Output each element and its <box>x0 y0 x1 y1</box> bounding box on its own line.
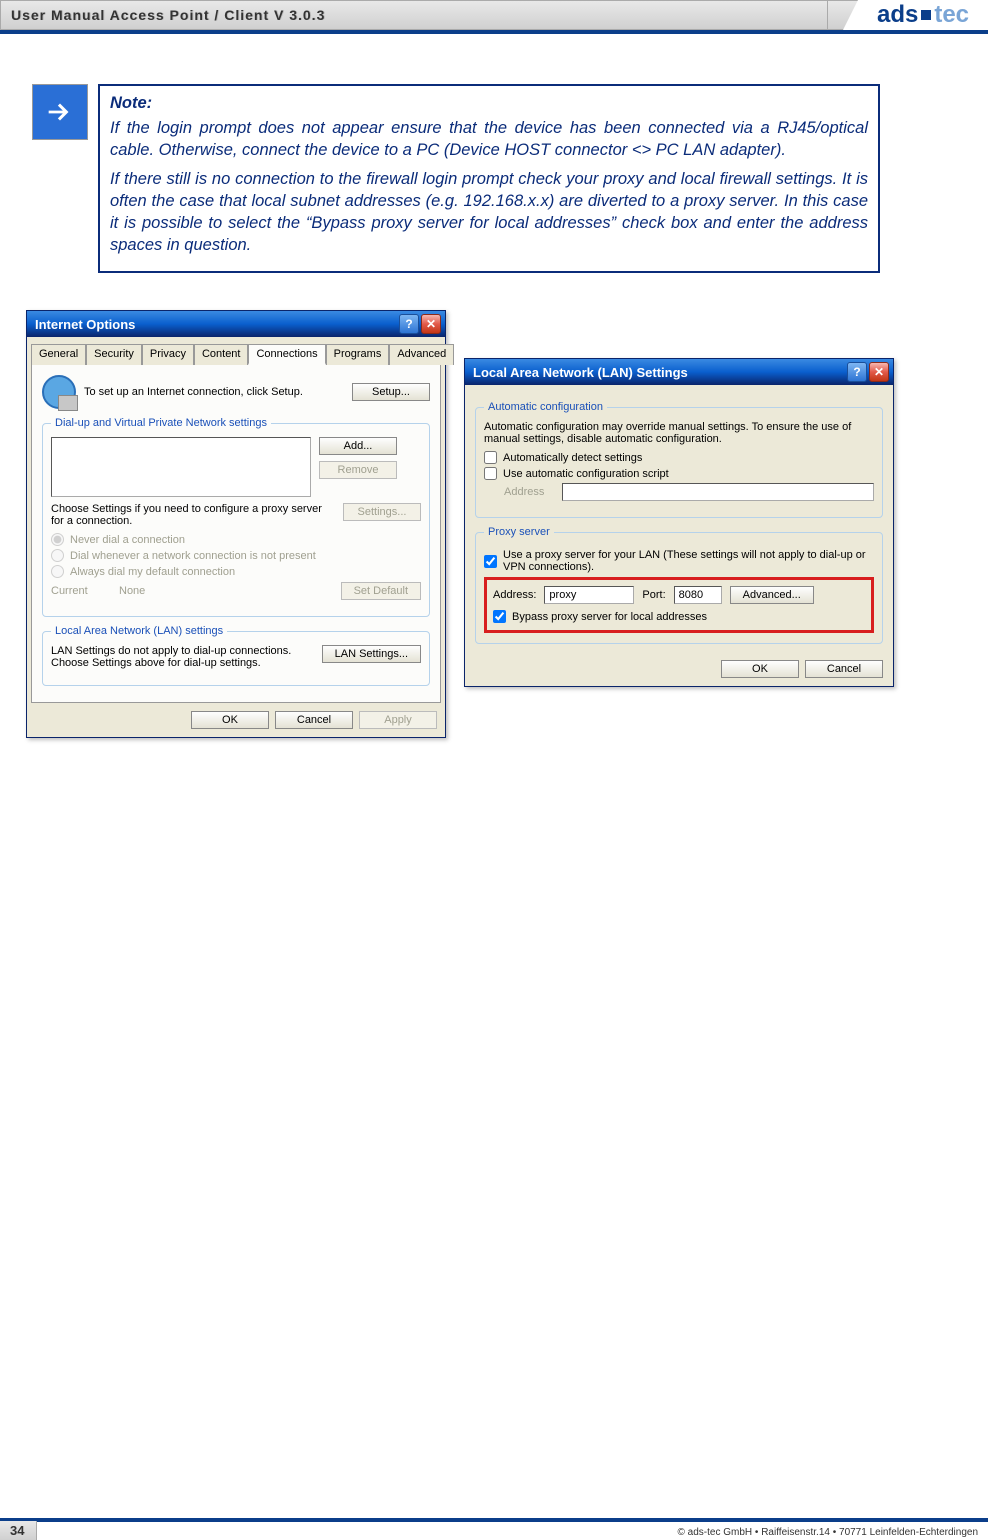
use-proxy-check[interactable]: Use a proxy server for your LAN (These s… <box>484 549 874 573</box>
arrow-right-icon <box>32 84 88 140</box>
autodetect-check[interactable]: Automatically detect settings <box>484 451 874 464</box>
ok-button[interactable]: OK <box>721 660 799 678</box>
radio-never: Never dial a connection <box>51 533 421 546</box>
setup-button[interactable]: Setup... <box>352 383 430 401</box>
note-box: Note: If the login prompt does not appea… <box>98 84 880 273</box>
titlebar[interactable]: Internet Options ? ✕ <box>27 311 445 337</box>
auto-config-text: Automatic configuration may override man… <box>484 421 874 445</box>
note-paragraph-1: If the login prompt does not appear ensu… <box>110 117 868 162</box>
autodetect-checkbox[interactable] <box>484 451 497 464</box>
close-button[interactable]: ✕ <box>869 362 889 382</box>
connections-list[interactable] <box>51 437 311 497</box>
autoscript-check[interactable]: Use automatic configuration script <box>484 467 874 480</box>
bypass-check[interactable]: Bypass proxy server for local addresses <box>493 610 865 623</box>
proxy-legend: Proxy server <box>484 526 554 538</box>
header-cap <box>828 0 858 30</box>
choose-text: Choose Settings if you need to configure… <box>51 503 335 527</box>
tab-privacy[interactable]: Privacy <box>142 344 194 365</box>
current-label: Current <box>51 585 111 597</box>
doc-title: User Manual Access Point / Client V 3.0.… <box>0 0 828 30</box>
ok-button[interactable]: OK <box>191 711 269 729</box>
advanced-button[interactable]: Advanced... <box>730 586 814 604</box>
lan-settings-button[interactable]: LAN Settings... <box>322 645 421 663</box>
cancel-button[interactable]: Cancel <box>275 711 353 729</box>
copyright-text: © ads-tec GmbH • Raiffeisenstr.14 • 7077… <box>668 1525 988 1540</box>
logo-square-icon <box>921 10 931 20</box>
radio-whenever-input <box>51 549 64 562</box>
internet-options-dialog: Internet Options ? ✕ General Security Pr… <box>26 310 446 738</box>
globe-icon <box>42 375 76 409</box>
brand-logo: ads tec <box>858 0 988 30</box>
add-button[interactable]: Add... <box>319 437 397 455</box>
tab-general[interactable]: General <box>31 344 86 365</box>
current-value: None <box>119 585 333 597</box>
settings-button: Settings... <box>343 503 421 521</box>
address-field <box>562 483 874 501</box>
radio-always-input <box>51 565 64 578</box>
use-proxy-checkbox[interactable] <box>484 555 497 568</box>
page-number: 34 <box>0 1521 37 1540</box>
tab-security[interactable]: Security <box>86 344 142 365</box>
screenshots-row: Internet Options ? ✕ General Security Pr… <box>26 310 918 738</box>
note-paragraph-2: If there still is no connection to the f… <box>110 168 868 257</box>
tab-advanced[interactable]: Advanced <box>389 344 454 365</box>
proxy-port-field[interactable] <box>674 586 722 604</box>
set-default-button: Set Default <box>341 582 421 600</box>
lan-text: LAN Settings do not apply to dial-up con… <box>51 645 314 669</box>
tabstrip: General Security Privacy Content Connect… <box>27 337 445 364</box>
radio-always: Always dial my default connection <box>51 565 421 578</box>
auto-config-legend: Automatic configuration <box>484 401 607 413</box>
tab-connections[interactable]: Connections <box>248 344 325 365</box>
note-block: Note: If the login prompt does not appea… <box>32 84 880 273</box>
help-button[interactable]: ? <box>399 314 419 334</box>
autoscript-checkbox[interactable] <box>484 467 497 480</box>
window-title: Local Area Network (LAN) Settings <box>473 365 688 380</box>
tab-content[interactable]: Content <box>194 344 249 365</box>
dialup-legend: Dial-up and Virtual Private Network sett… <box>51 417 271 429</box>
radio-never-input <box>51 533 64 546</box>
proxy-address-label: Address: <box>493 589 536 601</box>
header-rule <box>0 30 988 34</box>
dialup-group: Dial-up and Virtual Private Network sett… <box>42 417 430 617</box>
page-header: User Manual Access Point / Client V 3.0.… <box>0 0 988 30</box>
address-label: Address <box>504 486 554 498</box>
proxy-address-field[interactable] <box>544 586 634 604</box>
proxy-port-label: Port: <box>642 589 665 601</box>
lan-group: Local Area Network (LAN) settings LAN Se… <box>42 625 430 686</box>
dialog-buttons: OK Cancel Apply <box>27 703 445 737</box>
tab-programs[interactable]: Programs <box>326 344 390 365</box>
bypass-checkbox[interactable] <box>493 610 506 623</box>
tab-body: To set up an Internet connection, click … <box>31 364 441 703</box>
apply-button: Apply <box>359 711 437 729</box>
help-button[interactable]: ? <box>847 362 867 382</box>
note-heading: Note: <box>110 94 868 113</box>
close-button[interactable]: ✕ <box>421 314 441 334</box>
lan-settings-dialog: Local Area Network (LAN) Settings ? ✕ Au… <box>464 358 894 687</box>
page-footer: 34 © ads-tec GmbH • Raiffeisenstr.14 • 7… <box>0 1518 988 1540</box>
highlighted-box: Address: Port: Advanced... Bypass proxy … <box>484 577 874 633</box>
setup-text: To set up an Internet connection, click … <box>84 386 344 398</box>
titlebar[interactable]: Local Area Network (LAN) Settings ? ✕ <box>465 359 893 385</box>
logo-text-left: ads <box>877 1 918 29</box>
remove-button: Remove <box>319 461 397 479</box>
proxy-group: Proxy server Use a proxy server for your… <box>475 526 883 644</box>
cancel-button[interactable]: Cancel <box>805 660 883 678</box>
logo-text-right: tec <box>934 1 969 29</box>
auto-config-group: Automatic configuration Automatic config… <box>475 401 883 518</box>
radio-whenever: Dial whenever a network connection is no… <box>51 549 421 562</box>
lan-legend: Local Area Network (LAN) settings <box>51 625 227 637</box>
dialog-buttons: OK Cancel <box>475 652 883 678</box>
window-title: Internet Options <box>35 317 135 332</box>
